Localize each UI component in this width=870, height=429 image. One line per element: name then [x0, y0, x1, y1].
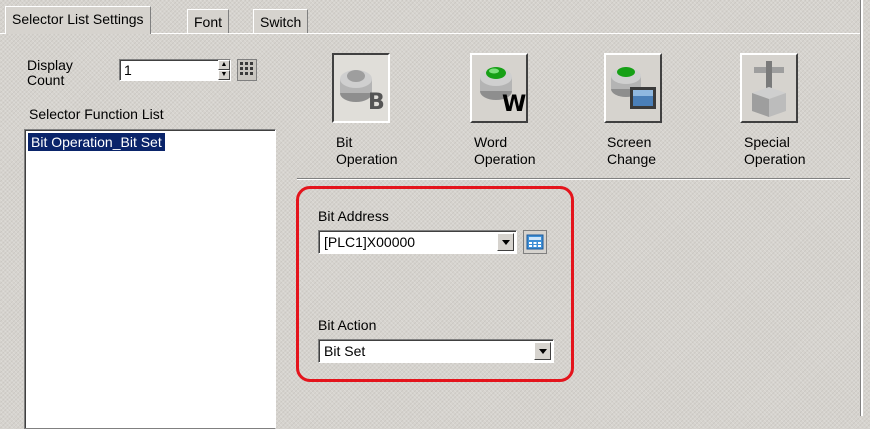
word-operation-button[interactable]: W — [470, 53, 528, 123]
special-operation-icon — [752, 61, 786, 117]
calculator-icon — [523, 230, 547, 254]
bit-action-value: Bit Set — [324, 343, 366, 359]
bit-action-label: Bit Action — [318, 317, 377, 333]
bit-address-value: [PLC1]X00000 — [324, 234, 416, 250]
spin-down-icon[interactable]: ▼ — [218, 70, 230, 80]
grid-icon — [237, 59, 257, 81]
special-operation-label: Special Operation — [744, 134, 806, 167]
spin-up-icon[interactable]: ▲ — [218, 60, 230, 70]
display-count-input[interactable]: 1 — [119, 59, 231, 81]
word-operation-icon: W — [480, 67, 526, 117]
bit-action-select[interactable]: Bit Set — [318, 339, 554, 363]
display-count-label-line1: Display — [27, 57, 73, 73]
chevron-down-icon[interactable] — [497, 233, 514, 251]
keypad-grid-button[interactable] — [237, 59, 257, 81]
screen-change-label: Screen Change — [607, 134, 657, 167]
svg-text:B: B — [368, 90, 385, 115]
tab-selector-list-settings[interactable]: Selector List Settings — [5, 6, 151, 34]
chevron-down-icon[interactable] — [534, 342, 551, 360]
special-operation-button[interactable] — [740, 53, 798, 123]
bit-address-label: Bit Address — [318, 208, 389, 224]
panel-right-border — [860, 0, 863, 416]
svg-text:W: W — [502, 92, 526, 117]
selector-function-list-label: Selector Function List — [29, 106, 164, 122]
screen-change-button[interactable] — [604, 53, 662, 123]
bit-operation-icon: B — [340, 70, 385, 115]
tab-switch[interactable]: Switch — [253, 9, 309, 33]
separator — [297, 178, 850, 180]
display-count-label-line2: Count — [27, 72, 65, 88]
bit-operation-label: Bit Operation — [336, 134, 398, 167]
display-count-spinner[interactable]: ▲ ▼ — [218, 60, 230, 80]
screen-change-icon — [611, 67, 656, 109]
tab-font[interactable]: Font — [187, 9, 230, 33]
bit-address-combo[interactable]: [PLC1]X00000 — [318, 230, 517, 254]
word-operation-label: Word Operation — [474, 134, 536, 167]
bit-operation-button[interactable]: B — [332, 53, 390, 123]
address-input-button[interactable] — [523, 230, 547, 254]
list-item[interactable]: Bit Operation_Bit Set — [28, 133, 165, 151]
selector-function-listbox[interactable]: Bit Operation_Bit Set — [24, 129, 276, 429]
